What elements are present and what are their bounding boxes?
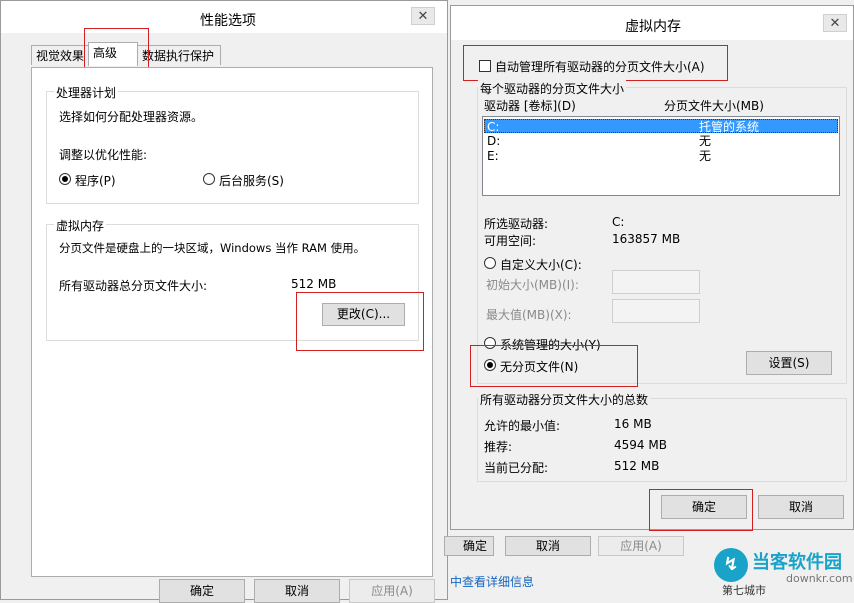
cancel-button[interactable]: 取消 (254, 579, 340, 603)
highlight-box (463, 45, 728, 81)
tab-panel-advanced: 处理器计划 选择如何分配处理器资源。 调整以优化性能: 程序(P) 后台服务(S… (31, 67, 433, 577)
background-cancel-button[interactable]: 取消 (505, 536, 591, 556)
background-services-radio[interactable] (203, 173, 215, 185)
background-apply-button[interactable]: 应用(A) (598, 536, 684, 556)
recommended-value: 4594 MB (614, 438, 667, 452)
selected-drive-value: C: (612, 215, 625, 229)
drive-letter: E: (487, 149, 499, 163)
window-title: 性能选项 (200, 13, 256, 29)
recommended-label: 推荐: (484, 440, 513, 454)
processor-legend: 处理器计划 (54, 84, 119, 101)
drive-letter: C: (487, 120, 500, 134)
highlight-box (649, 489, 753, 531)
processor-desc: 选择如何分配处理器资源。 (59, 110, 204, 124)
virtual-memory-legend: 虚拟内存 (54, 217, 107, 234)
watermark-logo-icon: ↯ (714, 548, 748, 582)
custom-size-label[interactable]: 自定义大小(C): (500, 256, 582, 273)
initial-size-input[interactable] (612, 270, 700, 294)
free-space-label: 可用空间: (484, 234, 537, 248)
processor-adjust-label: 调整以优化性能: (59, 148, 148, 162)
current-value: 512 MB (614, 459, 660, 473)
per-drive-group: 每个驱动器的分页文件大小 驱动器 [卷标](D) 分页文件大小(MB) C: 托… (477, 80, 847, 384)
watermark-url: downkr.com (786, 572, 853, 585)
highlight-box (470, 345, 638, 387)
total-paging-label: 所有驱动器总分页文件大小: (59, 279, 208, 293)
current-label: 当前已分配: (484, 461, 549, 475)
drive-size: 托管的系统 (699, 120, 760, 134)
vm-cancel-button[interactable]: 取消 (758, 495, 844, 519)
max-size-input[interactable] (612, 299, 700, 323)
tab-advanced[interactable]: 高级 (88, 42, 138, 66)
drive-column-header: 驱动器 [卷标](D) (484, 99, 576, 113)
selected-drive-label: 所选驱动器: (484, 217, 549, 231)
dialog-close-button[interactable]: ✕ (823, 14, 847, 32)
virtual-memory-desc: 分页文件是硬盘上的一块区域，Windows 当作 RAM 使用。 (59, 241, 366, 255)
drive-row[interactable]: E: 无 (484, 149, 838, 163)
close-button[interactable]: ✕ (411, 7, 435, 25)
free-space-value: 163857 MB (612, 232, 681, 246)
size-column-header: 分页文件大小(MB) (664, 99, 764, 113)
max-size-label: 最大值(MB)(X): (486, 308, 572, 322)
drive-row[interactable]: D: 无 (484, 134, 838, 148)
initial-size-label: 初始大小(MB)(I): (486, 278, 579, 292)
total-group: 所有驱动器分页文件大小的总数 允许的最小值: 16 MB 推荐: 4594 MB… (477, 391, 847, 482)
titlebar: 性能选项 ✕ (1, 1, 447, 33)
set-button[interactable]: 设置(S) (746, 351, 832, 375)
drive-row[interactable]: C: 托管的系统 (484, 119, 838, 134)
dialog-title: 虚拟内存 (625, 19, 681, 35)
virtual-memory-dialog: 虚拟内存 ✕ 自动管理所有驱动器的分页文件大小(A) 每个驱动器的分页文件大小 … (450, 5, 854, 531)
programs-radio[interactable] (59, 173, 71, 185)
drive-list[interactable]: C: 托管的系统 D: 无 E: 无 (482, 116, 840, 196)
background-ok-button[interactable]: 确定 (444, 536, 494, 556)
tab-dep[interactable]: 数据执行保护 (137, 45, 221, 65)
custom-size-radio[interactable] (484, 257, 496, 269)
performance-options-window: 性能选项 ✕ 视觉效果 高级 数据执行保护 处理器计划 选择如何分配处理器资源。… (0, 0, 448, 603)
drive-size: 无 (699, 149, 712, 163)
apply-button[interactable]: 应用(A) (349, 579, 435, 603)
drive-letter: D: (487, 134, 501, 148)
total-legend: 所有驱动器分页文件大小的总数 (478, 391, 651, 408)
watermark: ↯ 当客软件园 downkr.com 第七城市 (700, 542, 854, 597)
drive-size: 无 (699, 134, 712, 148)
highlight-box (296, 292, 424, 351)
min-label: 允许的最小值: (484, 419, 561, 433)
processor-group: 处理器计划 选择如何分配处理器资源。 调整以优化性能: 程序(P) 后台服务(S… (46, 84, 419, 204)
dialog-titlebar: 虚拟内存 ✕ (451, 6, 853, 40)
ok-button[interactable]: 确定 (159, 579, 245, 603)
watermark-brand: 当客软件园 (752, 552, 842, 573)
details-link[interactable]: 中查看详细信息 (450, 573, 534, 590)
per-drive-legend: 每个驱动器的分页文件大小 (478, 80, 627, 97)
tab-visual-effects[interactable]: 视觉效果 (31, 45, 89, 65)
min-value: 16 MB (614, 417, 652, 431)
background-services-label[interactable]: 后台服务(S) (219, 172, 284, 189)
total-paging-value: 512 MB (291, 277, 337, 291)
programs-label[interactable]: 程序(P) (75, 172, 116, 189)
